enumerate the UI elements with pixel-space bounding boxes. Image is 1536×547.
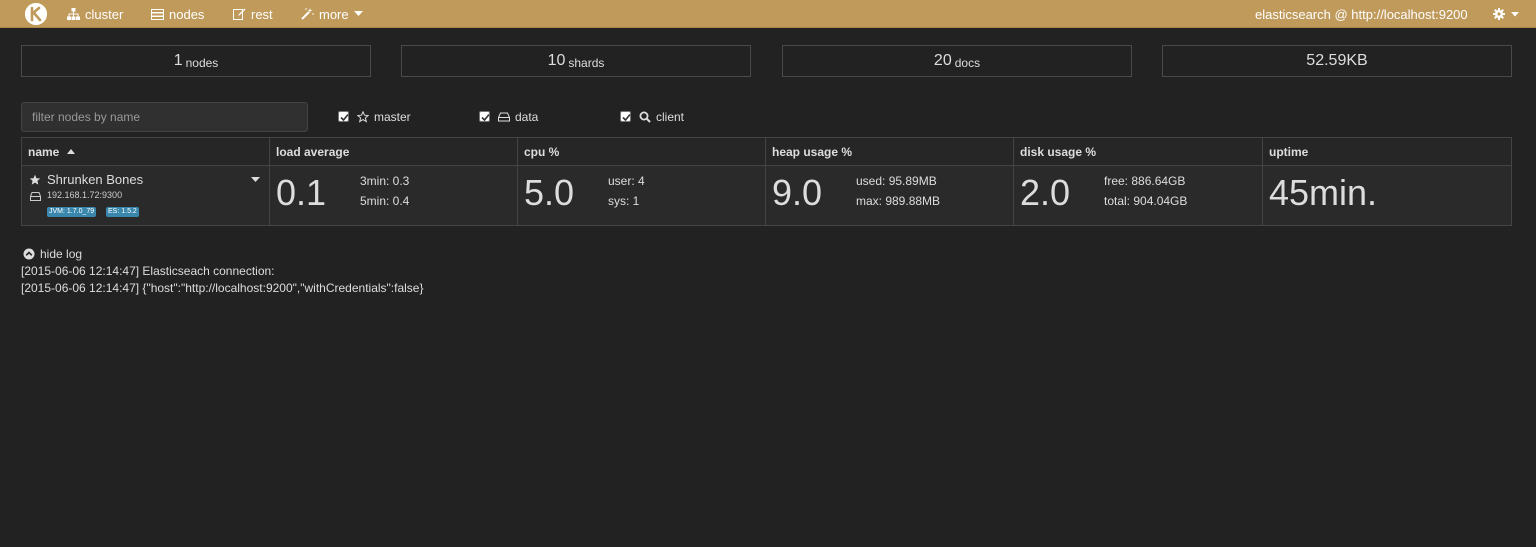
stat-shards-count: 10 xyxy=(547,52,566,69)
connection-label: elasticsearch @ http://localhost:9200 xyxy=(1255,6,1468,22)
sitemap-icon xyxy=(67,8,80,20)
star-icon xyxy=(29,174,41,185)
col-header-load-label: load average xyxy=(276,145,350,159)
caret-down-icon xyxy=(1511,11,1519,16)
data-checkbox-box[interactable] xyxy=(479,110,490,122)
col-header-load[interactable]: load average xyxy=(270,138,518,166)
nav-more-dropdown[interactable]: more xyxy=(301,0,363,28)
log-line: [2015-06-06 12:14:47] {"host":"http://lo… xyxy=(21,281,424,295)
server-icon xyxy=(151,8,164,20)
cell-cpu: 5.0 user: 4 sys: 1 xyxy=(518,166,766,225)
nav-cluster[interactable]: cluster xyxy=(67,0,123,28)
nav-rest-label: rest xyxy=(251,6,273,22)
cell-heap: 9.0 used: 95.89MB max: 989.88MB xyxy=(766,166,1014,225)
nav-nodes-label: nodes xyxy=(169,6,205,22)
caret-down-icon[interactable] xyxy=(251,177,260,182)
stat-nodes: 1 nodes xyxy=(21,45,371,77)
hdd-icon xyxy=(498,112,510,122)
nav-rest[interactable]: rest xyxy=(233,0,273,28)
stat-docs-unit: docs xyxy=(954,55,981,70)
search-icon xyxy=(639,111,651,123)
master-checkbox-box[interactable] xyxy=(338,110,349,122)
col-header-disk-label: disk usage % xyxy=(1020,145,1097,159)
load-average-value: 0.1 xyxy=(276,172,327,213)
top-navbar: cluster nodes rest more elasticsearch @ … xyxy=(0,0,1536,28)
client-checkbox-label: client xyxy=(656,110,685,124)
heap-value: 9.0 xyxy=(772,172,823,213)
stat-docs-count: 20 xyxy=(933,52,952,69)
hide-log-label: hide log xyxy=(40,247,83,261)
stat-shards: 10 shards xyxy=(401,45,751,77)
cell-load-average: 0.1 3min: 0.3 5min: 0.4 xyxy=(270,166,518,225)
settings-dropdown[interactable] xyxy=(1493,0,1519,28)
data-checkbox[interactable]: data xyxy=(479,110,538,124)
nav-nodes[interactable]: nodes xyxy=(151,0,204,28)
hdd-icon xyxy=(30,192,41,201)
stat-size: 52.59KB xyxy=(1162,45,1512,77)
caret-down-icon xyxy=(353,11,363,16)
nav-cluster-label: cluster xyxy=(85,6,124,22)
client-checkbox-box[interactable] xyxy=(620,110,631,122)
col-header-uptime[interactable]: uptime xyxy=(1263,138,1511,166)
disk-value: 2.0 xyxy=(1020,172,1071,213)
caret-up-icon xyxy=(66,149,75,154)
jvm-version-badge: JVM: 1.7.0_79 xyxy=(47,207,97,217)
col-header-cpu[interactable]: cpu % xyxy=(518,138,766,166)
connection-url[interactable]: elasticsearch @ http://localhost:9200 xyxy=(1255,0,1468,28)
heap-used: used: 95.89MB xyxy=(856,174,937,188)
log-line: [2015-06-06 12:14:47] Elasticseach conne… xyxy=(21,264,275,278)
stat-shards-unit: shards xyxy=(568,55,605,70)
disk-total: total: 904.04GB xyxy=(1104,194,1188,208)
heap-max: max: 989.88MB xyxy=(856,194,941,208)
stat-size-value: 52.59KB xyxy=(1306,52,1368,69)
stat-nodes-count: 1 xyxy=(173,52,183,69)
cell-uptime: 45min. xyxy=(1263,166,1511,225)
client-checkbox[interactable]: client xyxy=(620,110,684,124)
cell-disk: 2.0 free: 886.64GB total: 904.04GB xyxy=(1014,166,1263,225)
cpu-sys: sys: 1 xyxy=(608,194,640,208)
uptime-value: 45min. xyxy=(1269,172,1378,213)
col-header-heap-label: heap usage % xyxy=(772,145,853,159)
disk-free: free: 886.64GB xyxy=(1104,174,1186,188)
col-header-uptime-label: uptime xyxy=(1269,145,1309,159)
col-header-heap[interactable]: heap usage % xyxy=(766,138,1014,166)
gear-icon xyxy=(1493,8,1505,20)
cpu-user: user: 4 xyxy=(608,174,645,188)
col-header-name[interactable]: name xyxy=(22,138,270,166)
stat-docs: 20 docs xyxy=(782,45,1132,77)
stat-nodes-unit: nodes xyxy=(185,55,219,70)
node-address: 192.168.1.72:9300 xyxy=(47,190,123,200)
es-version-badge: ES: 1.5.2 xyxy=(106,207,139,217)
node-name: Shrunken Bones xyxy=(47,172,144,187)
master-checkbox-label: master xyxy=(374,110,411,124)
chevron-circle-up-icon xyxy=(23,248,35,260)
col-header-name-label: name xyxy=(28,145,60,159)
star-outline-icon xyxy=(357,111,369,123)
col-header-cpu-label: cpu % xyxy=(524,145,560,159)
master-checkbox[interactable]: master xyxy=(338,110,411,124)
table-row-node: Shrunken Bones 192.168.1.72:9300 JVM: 1.… xyxy=(22,166,270,225)
hide-log-toggle[interactable]: hide log xyxy=(23,247,82,261)
col-header-disk[interactable]: disk usage % xyxy=(1014,138,1263,166)
data-checkbox-label: data xyxy=(515,110,539,124)
load-5min: 5min: 0.4 xyxy=(360,194,410,208)
magic-wand-icon xyxy=(301,8,314,20)
cpu-value: 5.0 xyxy=(524,172,575,213)
nodes-table: name load average cpu % heap usage % dis… xyxy=(21,137,1512,226)
kopf-logo-icon[interactable] xyxy=(25,3,47,25)
filter-nodes-input[interactable] xyxy=(21,102,308,132)
edit-icon xyxy=(233,8,246,20)
nav-more-label: more xyxy=(319,6,349,22)
load-3min: 3min: 0.3 xyxy=(360,174,410,188)
